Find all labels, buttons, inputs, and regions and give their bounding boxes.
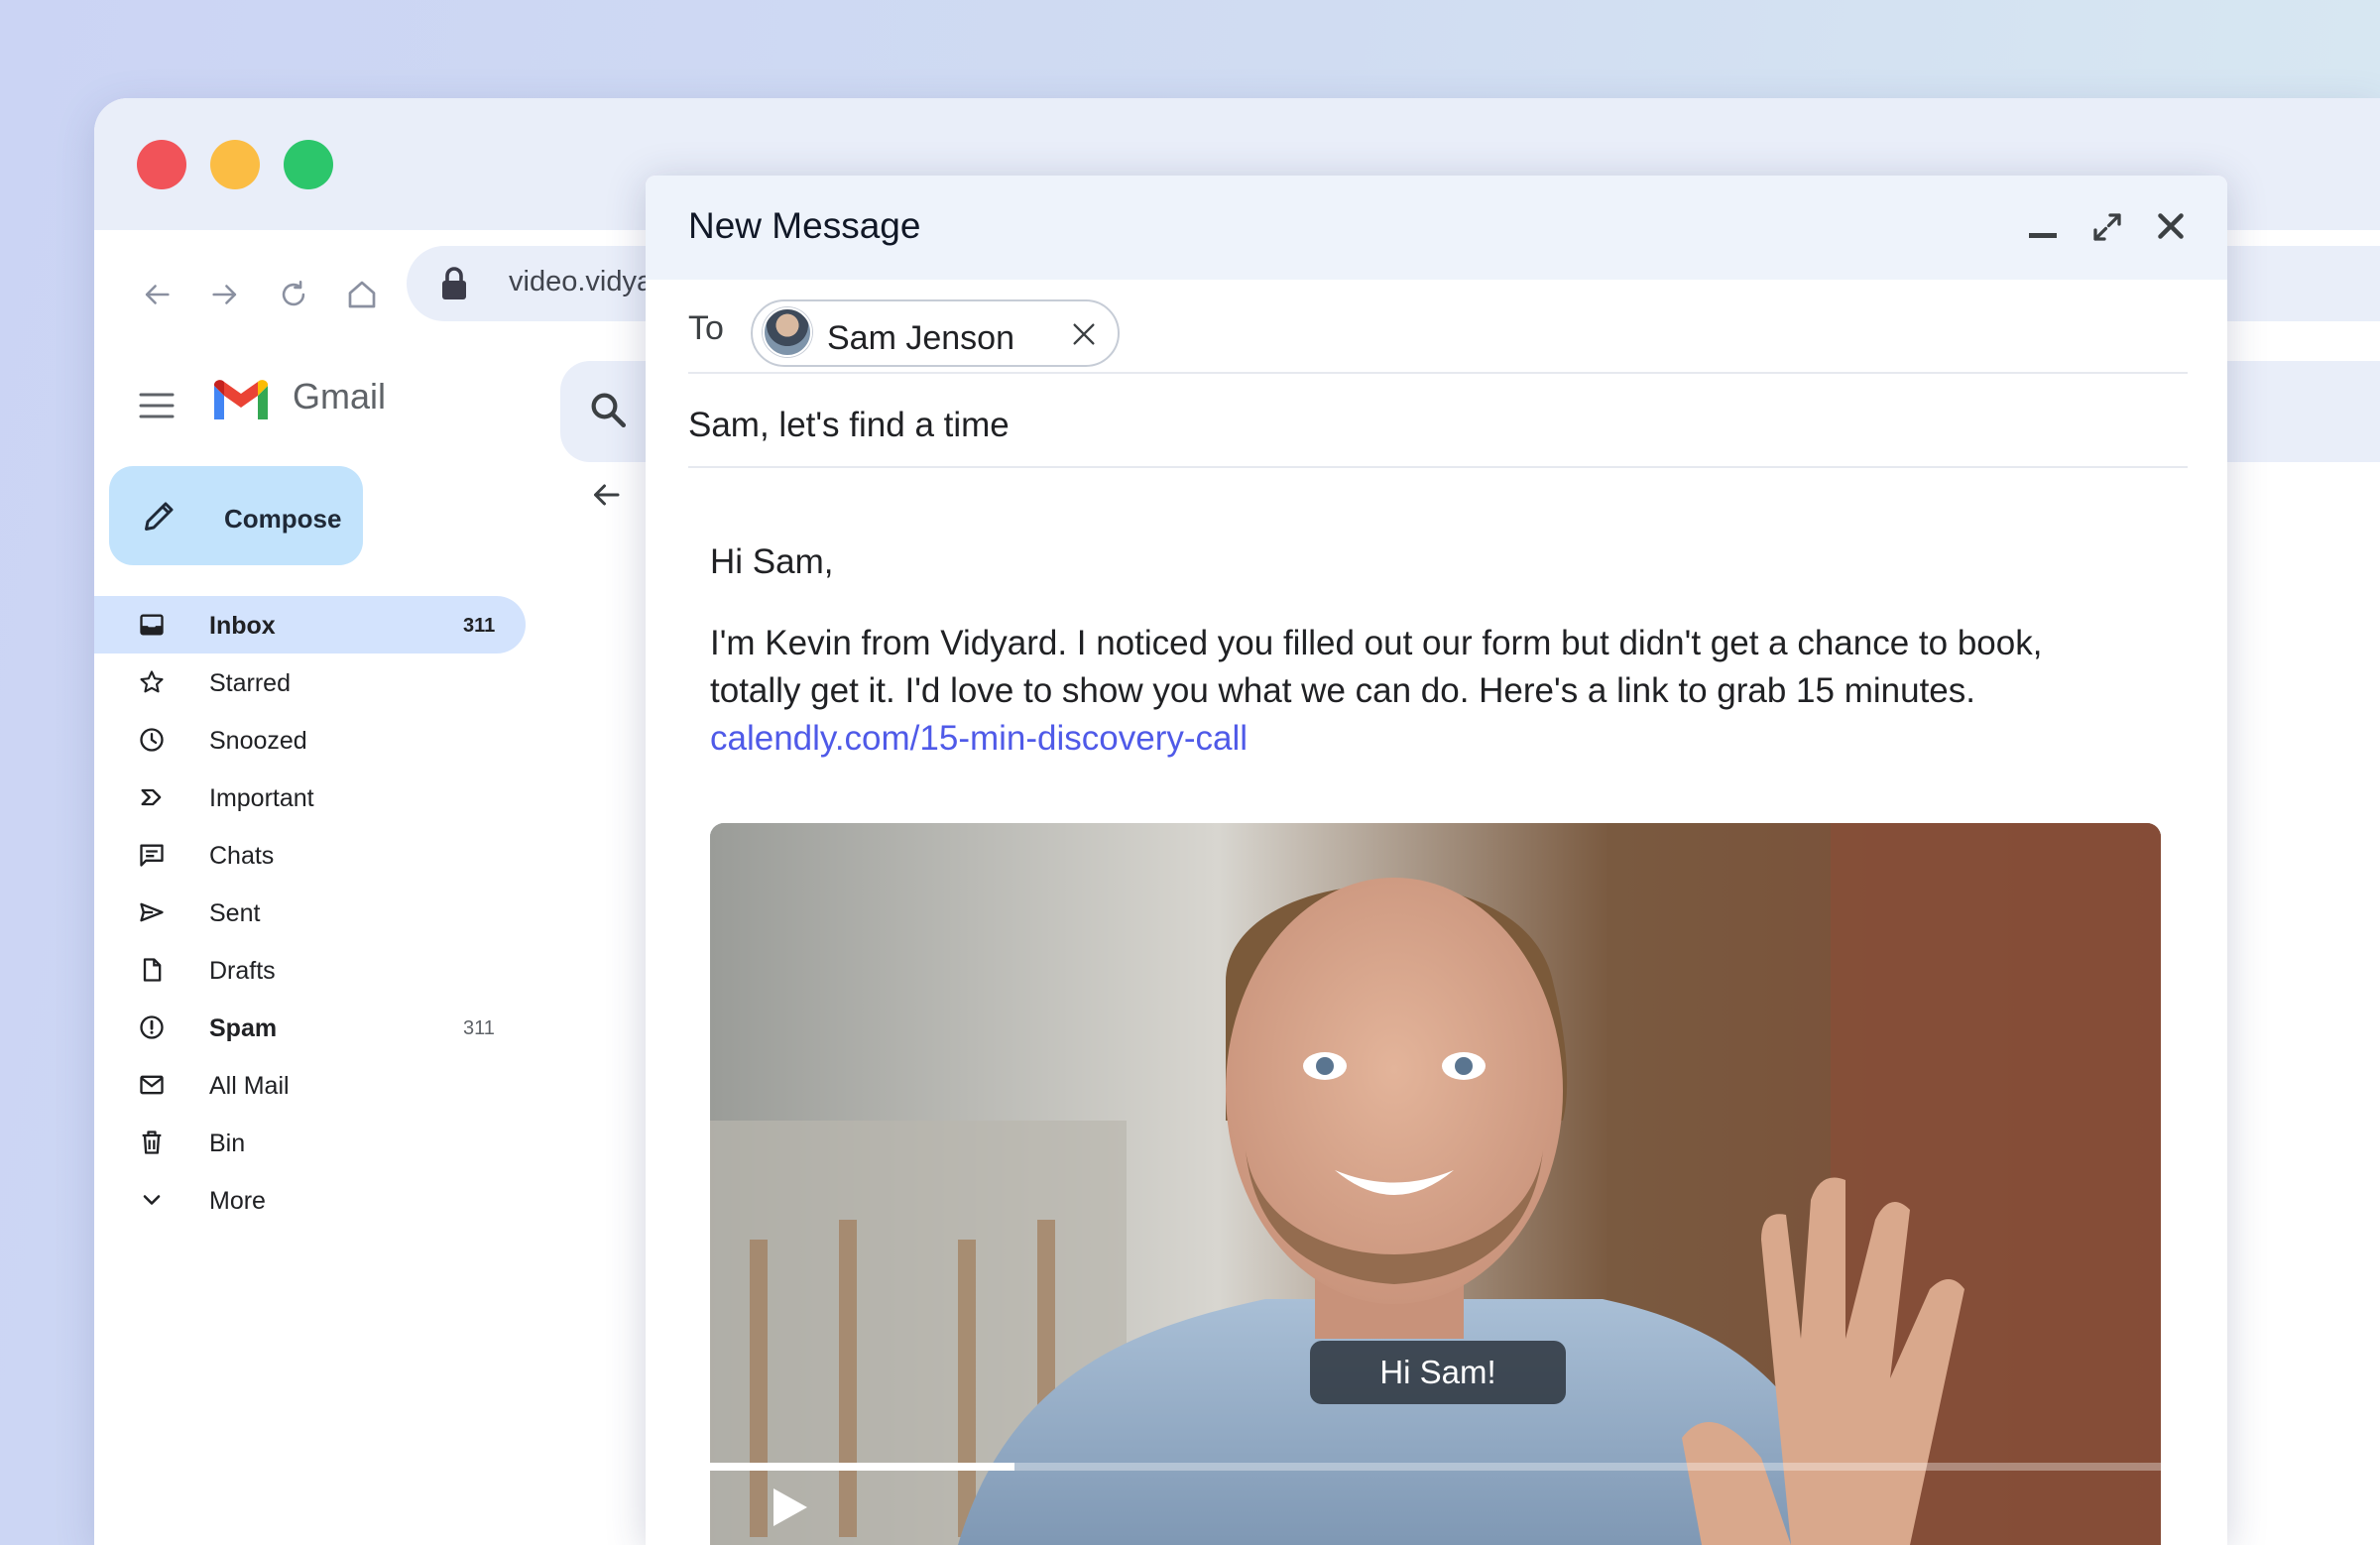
sidebar-item-spam[interactable]: Spam 311 xyxy=(94,999,526,1056)
subject-text: Sam, let's find a time xyxy=(688,406,1010,444)
sidebar-item-snoozed[interactable]: Snoozed xyxy=(94,711,526,769)
sidebar-item-label: Snoozed xyxy=(209,727,307,755)
sidebar-item-label: Spam xyxy=(209,1014,278,1042)
star-icon xyxy=(137,667,167,697)
sidebar-item-label: Sent xyxy=(209,899,261,927)
sidebar-item-drafts[interactable]: Drafts xyxy=(94,941,526,999)
gmail-logo-icon xyxy=(210,376,272,428)
mail-icon xyxy=(137,1070,167,1100)
sidebar-item-label: All Mail xyxy=(209,1072,290,1100)
sidebar-item-label: Bin xyxy=(209,1129,246,1157)
recipient-chip[interactable]: Sam Jenson xyxy=(751,299,1120,367)
sidebar-item-label: Starred xyxy=(209,669,291,697)
sidebar-item-important[interactable]: Important xyxy=(94,769,526,826)
minimize-window-button[interactable] xyxy=(210,140,260,189)
back-icon[interactable] xyxy=(132,270,181,319)
body-text[interactable]: I'm Kevin from Vidyard. I noticed you fi… xyxy=(710,620,2098,763)
video-player[interactable]: Hi Sam! xyxy=(710,823,2161,1545)
expand-icon[interactable] xyxy=(2089,209,2125,250)
sidebar-item-label: Chats xyxy=(209,842,275,870)
chevron-down-icon xyxy=(137,1185,167,1215)
sidebar-item-label: Drafts xyxy=(209,957,276,985)
search-icon[interactable] xyxy=(587,389,629,435)
sidebar-item-label: More xyxy=(209,1187,266,1215)
sidebar-item-inbox[interactable]: Inbox 311 xyxy=(94,596,526,654)
spam-icon xyxy=(137,1012,167,1042)
compose-button[interactable]: Compose xyxy=(109,466,363,565)
unread-count: 311 xyxy=(463,1017,495,1039)
to-field[interactable]: To Sam Jenson xyxy=(688,280,2188,374)
trash-icon xyxy=(137,1128,167,1157)
clock-icon xyxy=(137,725,167,755)
play-icon[interactable] xyxy=(770,1486,809,1534)
compose-title: New Message xyxy=(688,205,921,246)
menu-icon[interactable] xyxy=(139,392,175,424)
pencil-icon xyxy=(142,498,178,538)
close-window-button[interactable] xyxy=(137,140,186,189)
sidebar-item-label: Important xyxy=(209,784,314,812)
video-progress-fill xyxy=(710,1463,1015,1471)
avatar xyxy=(763,307,812,357)
video-progress-bar[interactable] xyxy=(710,1463,2161,1471)
compose-dialog: New Message To Sam Jenson Sam, let's fin… xyxy=(646,176,2227,1545)
sidebar-item-sent[interactable]: Sent xyxy=(94,884,526,941)
sidebar-item-more[interactable]: More xyxy=(94,1171,526,1229)
mailbox-nav: Inbox 311 Starred Snoozed Important Chats Sent… xyxy=(94,596,560,1229)
compose-header: New Message xyxy=(646,176,2227,280)
subject-field[interactable]: Sam, let's find a time xyxy=(688,374,2188,468)
close-icon[interactable] xyxy=(2153,208,2189,249)
video-thumbnail xyxy=(710,823,2161,1545)
send-icon xyxy=(137,897,167,927)
body-greeting[interactable]: Hi Sam, xyxy=(710,542,833,582)
inbox-icon xyxy=(137,610,167,640)
body-paragraph: I'm Kevin from Vidyard. I noticed you fi… xyxy=(710,624,2043,710)
lock-icon xyxy=(438,266,470,306)
sidebar-item-all-mail[interactable]: All Mail xyxy=(94,1056,526,1114)
gmail-wordmark: Gmail xyxy=(293,376,387,416)
back-to-inbox-icon[interactable] xyxy=(588,477,624,518)
sidebar-item-label: Inbox xyxy=(209,612,276,640)
chat-icon xyxy=(137,840,167,870)
video-caption: Hi Sam! xyxy=(1310,1341,1566,1404)
minimize-icon[interactable] xyxy=(2029,233,2057,238)
draft-icon xyxy=(137,955,167,985)
important-icon xyxy=(137,782,167,812)
forward-icon[interactable] xyxy=(200,270,250,319)
compose-label: Compose xyxy=(224,504,342,534)
calendly-link[interactable]: calendly.com/15-min-discovery-call xyxy=(710,719,1248,758)
home-icon[interactable] xyxy=(337,270,387,319)
to-label: To xyxy=(688,309,724,347)
maximize-window-button[interactable] xyxy=(284,140,333,189)
sidebar-item-starred[interactable]: Starred xyxy=(94,654,526,711)
gmail-sidebar: Gmail Compose Inbox 311 Starred Snoozed Impo… xyxy=(94,336,560,1545)
unread-count: 311 xyxy=(463,615,496,637)
sidebar-item-bin[interactable]: Bin xyxy=(94,1114,526,1171)
reload-icon[interactable] xyxy=(269,270,318,319)
recipient-name: Sam Jenson xyxy=(827,319,1014,357)
sidebar-item-chats[interactable]: Chats xyxy=(94,826,526,884)
remove-recipient-icon[interactable] xyxy=(1068,318,1100,355)
